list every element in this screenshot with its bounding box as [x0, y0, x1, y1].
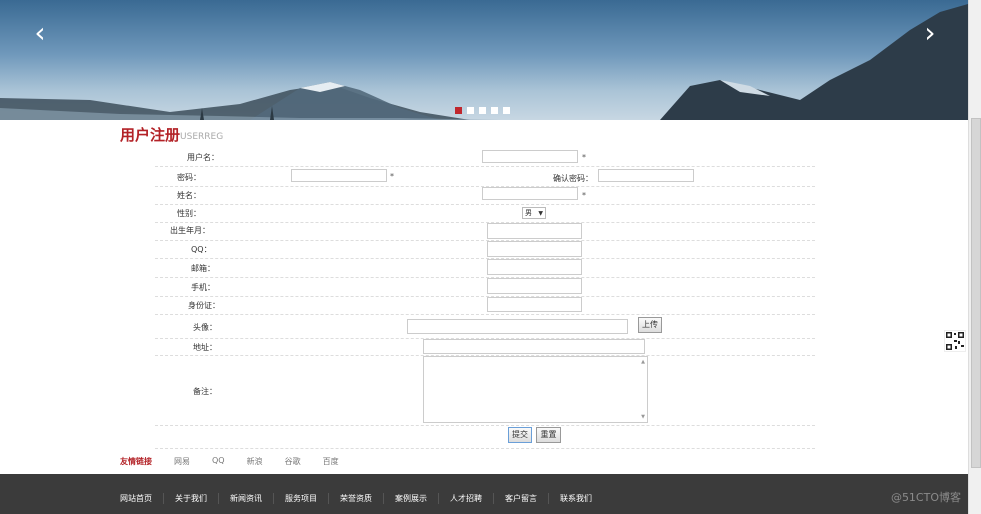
required-mark: *	[582, 153, 586, 162]
page-scrollbar[interactable]	[968, 0, 981, 514]
footer-nav-item[interactable]: 联系我们	[548, 493, 603, 504]
avatar-label: 头像：	[193, 323, 217, 332]
avatar-file-input[interactable]	[407, 319, 628, 334]
form-row-remark: 备注： ▲ ▼	[155, 355, 815, 426]
slide-dot-3[interactable]	[479, 107, 486, 114]
slide-dot-1[interactable]	[455, 107, 462, 114]
email-label: 邮箱：	[191, 264, 215, 273]
scroll-up-icon[interactable]: ▲	[641, 359, 645, 365]
chevron-down-icon: ▼	[538, 210, 543, 217]
email-input[interactable]	[487, 259, 582, 275]
name-label: 姓名：	[177, 191, 201, 200]
footer-nav-item[interactable]: 荣誉资质	[328, 493, 383, 504]
qr-code-icon[interactable]	[944, 330, 966, 352]
required-mark: *	[390, 172, 394, 181]
footer: 网站首页 关于我们 新闻资讯 服务项目 荣誉资质 案例展示 人才招聘 客户留言 …	[0, 474, 968, 514]
footer-nav-item[interactable]: 客户留言	[493, 493, 548, 504]
gender-label: 性别：	[177, 209, 201, 218]
friend-links-title: 友情链接	[120, 457, 152, 466]
scrollbar-thumb[interactable]	[971, 118, 981, 468]
address-input[interactable]	[423, 339, 645, 354]
form-row-qq: QQ：	[155, 240, 815, 259]
password-label: 密码：	[177, 173, 201, 182]
upload-button[interactable]: 上传	[638, 317, 662, 333]
form-row-address: 地址：	[155, 338, 815, 356]
form-row-gender: 性别： 男 ▼	[155, 204, 815, 223]
page-title-en: USERREG	[180, 132, 224, 142]
remark-textarea[interactable]: ▲ ▼	[423, 356, 648, 423]
form-row-phone: 手机：	[155, 277, 815, 297]
footer-nav-item[interactable]: 案例展示	[383, 493, 438, 504]
gender-value: 男	[525, 209, 532, 217]
slide-indicators	[455, 107, 510, 114]
reset-button[interactable]: 重置	[536, 427, 561, 443]
page-title: 用户注册 USERREG	[120, 126, 223, 144]
footer-nav-item[interactable]: 新闻资讯	[218, 493, 273, 504]
friend-links: 友情链接 网易 QQ 新浪 谷歌 百度	[120, 456, 361, 467]
footer-nav-item[interactable]: 关于我们	[163, 493, 218, 504]
form-row-name: 姓名： *	[155, 186, 815, 205]
slide-dot-4[interactable]	[491, 107, 498, 114]
form-row-actions: 提交 重置	[155, 425, 815, 449]
scroll-down-icon[interactable]: ▼	[641, 414, 645, 420]
confirm-password-label: 确认密码：	[553, 174, 593, 183]
username-input[interactable]	[482, 150, 578, 163]
qq-label: QQ：	[191, 245, 212, 254]
mountain-landscape	[0, 4, 968, 120]
footer-nav-item[interactable]: 服务项目	[273, 493, 328, 504]
friend-link[interactable]: 新浪	[247, 456, 263, 467]
chevron-right-icon[interactable]: ›	[917, 18, 943, 48]
password-input[interactable]	[291, 169, 387, 182]
page-title-cn: 用户注册	[120, 126, 181, 144]
footer-nav: 网站首页 关于我们 新闻资讯 服务项目 荣誉资质 案例展示 人才招聘 客户留言 …	[120, 493, 603, 504]
friend-link[interactable]: 谷歌	[285, 456, 301, 467]
friend-link[interactable]: 网易	[174, 456, 190, 467]
id-card-input[interactable]	[487, 297, 582, 312]
hero-banner: ‹ ›	[0, 0, 968, 120]
username-label: 用户名：	[187, 153, 219, 162]
birth-label: 出生年月：	[170, 226, 210, 235]
submit-button[interactable]: 提交	[508, 427, 532, 443]
form-row-id: 身份证：	[155, 296, 815, 315]
address-label: 地址：	[193, 343, 217, 352]
gender-select[interactable]: 男 ▼	[522, 207, 546, 219]
phone-input[interactable]	[487, 278, 582, 294]
phone-label: 手机：	[191, 283, 215, 292]
slide-dot-5[interactable]	[503, 107, 510, 114]
qq-input[interactable]	[487, 241, 582, 257]
slide-dot-2[interactable]	[467, 107, 474, 114]
confirm-password-input[interactable]	[598, 169, 694, 182]
friend-link[interactable]: 百度	[323, 456, 339, 467]
watermark: @51CTO博客	[890, 491, 961, 504]
footer-nav-item[interactable]: 人才招聘	[438, 493, 493, 504]
form-row-email: 邮箱：	[155, 258, 815, 278]
name-input[interactable]	[482, 187, 578, 200]
form-row-avatar: 头像： 上传	[155, 314, 815, 339]
remark-label: 备注：	[193, 387, 217, 396]
form-row-username: 用户名： *	[155, 148, 815, 167]
required-mark: *	[582, 191, 586, 200]
id-card-label: 身份证：	[188, 301, 220, 310]
form-row-birth: 出生年月：	[155, 222, 815, 241]
chevron-left-icon[interactable]: ‹	[27, 18, 53, 48]
form-row-password: 密码： * 确认密码：	[155, 166, 815, 187]
footer-nav-item[interactable]: 网站首页	[120, 493, 163, 504]
friend-link[interactable]: QQ	[212, 456, 225, 467]
birth-input[interactable]	[487, 223, 582, 239]
